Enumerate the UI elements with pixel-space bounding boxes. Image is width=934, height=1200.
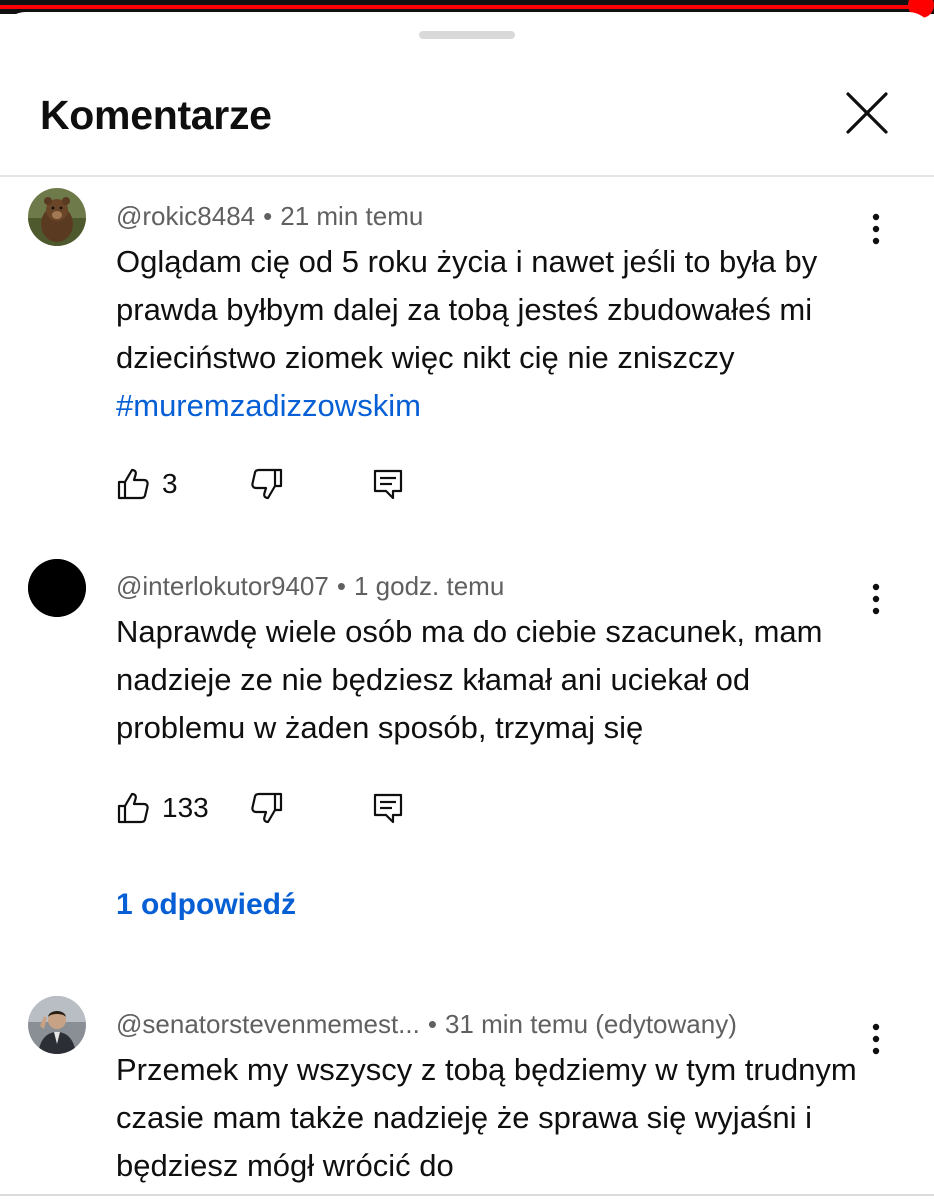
comment-meta: @senatorstevenmemest... • 31 min temu (edy… [116,1009,737,1039]
black-avatar-icon [28,559,86,617]
thumb-down-icon [251,468,283,500]
comment-author[interactable]: @interlokutor9407 [116,571,329,601]
comment-time: 1 godz. temu [353,571,505,601]
comment-actions: 3 [116,462,436,506]
person-avatar-icon [28,996,86,1054]
like-button[interactable]: 3 [116,462,226,506]
avatar[interactable] [28,188,86,246]
thumb-down-icon [251,792,283,824]
comment-author[interactable]: @rokic8484 [116,201,255,231]
comment-meta: @interlokutor9407 • 1 godz. temu [116,571,505,601]
comment-time: 21 min temu [280,201,424,231]
comment-text: Oglądam cię od 5 roku życia i nawet jeśl… [116,238,876,430]
reply-button[interactable] [371,786,411,830]
drag-handle[interactable] [419,31,515,39]
comments-sheet: Komentarze @rokic8484 • 21 min temu Oglą… [0,12,934,1200]
comment-text: Przemek my wszyscy z tobą będziemy w tym… [116,1052,857,1183]
comments-header: Komentarze [0,72,934,172]
dislike-button[interactable] [250,786,290,830]
comment-time: 31 min temu (edytowany) [444,1009,737,1039]
reply-icon [373,793,403,824]
thumb-up-icon [117,792,149,824]
comment-actions: 133 [116,786,436,830]
reply-icon [373,469,403,500]
like-button[interactable]: 133 [116,786,226,830]
bottom-divider [0,1194,934,1196]
hashtag-link[interactable]: #muremzadizzowskim [116,388,421,423]
header-divider [0,175,934,177]
comment-text-body: Oglądam cię od 5 roku życia i nawet jeśl… [116,244,818,375]
comment-text: Naprawdę wiele osób ma do ciebie szacune… [116,614,823,745]
sheet-title: Komentarze [40,92,272,138]
like-count: 3 [162,468,178,499]
comment-author[interactable]: @senatorstevenmemest... [116,1009,420,1039]
comment-meta: @rokic8484 • 21 min temu [116,201,424,231]
dislike-button[interactable] [250,462,290,506]
close-button[interactable] [842,88,892,138]
avatar[interactable] [28,559,86,617]
progress-fill [0,5,920,9]
like-count: 133 [162,792,209,823]
avatar[interactable] [28,996,86,1054]
reply-button[interactable] [371,462,411,506]
thumb-up-icon [117,468,149,500]
close-icon [846,92,888,134]
bear-avatar-icon [28,188,86,246]
view-replies-link[interactable]: 1 odpowiedź [116,888,296,922]
